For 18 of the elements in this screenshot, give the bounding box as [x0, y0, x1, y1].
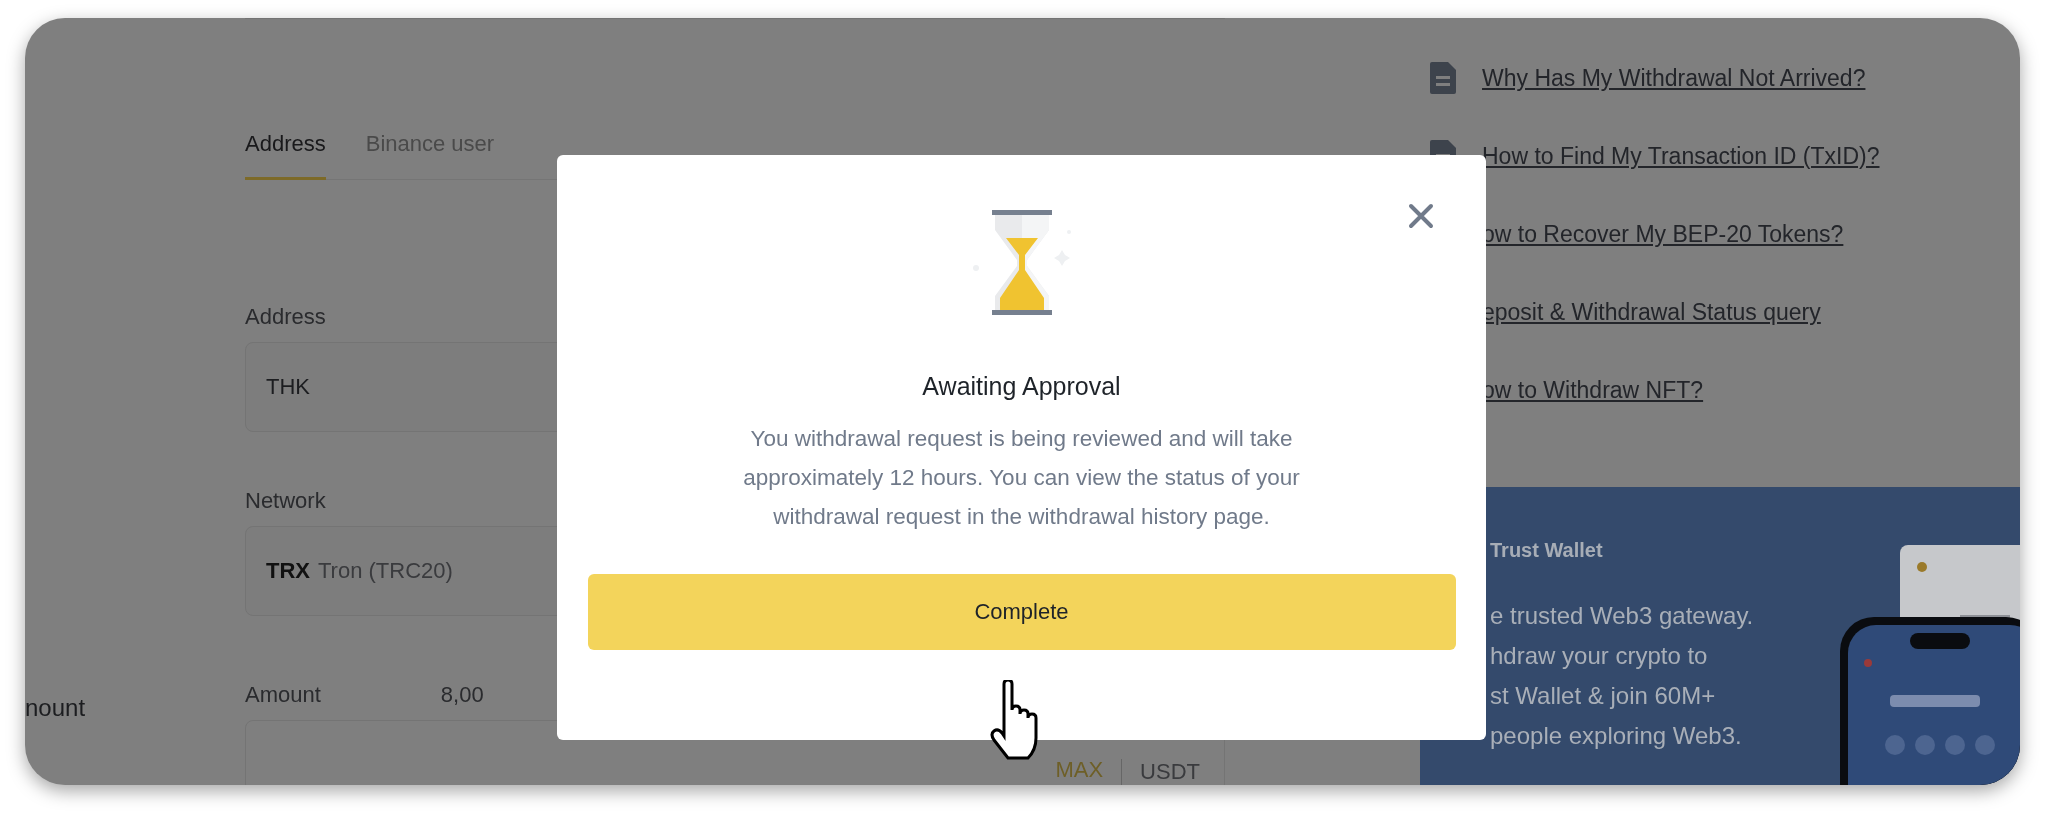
banner-text: e trusted Web3 gateway. — [1490, 602, 1755, 630]
amount-side-label: nount — [25, 694, 86, 722]
field-label: Network — [245, 488, 326, 514]
banner-text: hdraw your crypto to — [1490, 642, 1709, 670]
tab[interactable]: Address — [245, 117, 326, 180]
dialog-message: You withdrawal request is being reviewed and will take approximately 12 hours. You can view the status of your withdrawal request in the withdrawal history page. — [742, 425, 1301, 531]
field-label: Amount — [245, 682, 321, 708]
help-link[interactable]: How to Find My Transaction ID (TxID)? — [1482, 142, 1880, 170]
unit-label: USDT — [1121, 759, 1200, 785]
brand-name: Trust Wallet — [1490, 539, 1604, 562]
dialog-title: Awaiting Approval — [922, 372, 1121, 401]
complete-button[interactable]: Complete — [587, 574, 1456, 650]
field-label: Address — [245, 304, 326, 330]
banner-text: st Wallet & join 60M+ — [1490, 682, 1717, 710]
close-icon[interactable] — [1406, 201, 1436, 231]
banner-text: people exploring Web3. — [1490, 722, 1743, 750]
available-amount: 8,00 — [440, 682, 484, 708]
help-link[interactable]: Why Has My Withdrawal Not Arrived? — [1482, 64, 1866, 92]
